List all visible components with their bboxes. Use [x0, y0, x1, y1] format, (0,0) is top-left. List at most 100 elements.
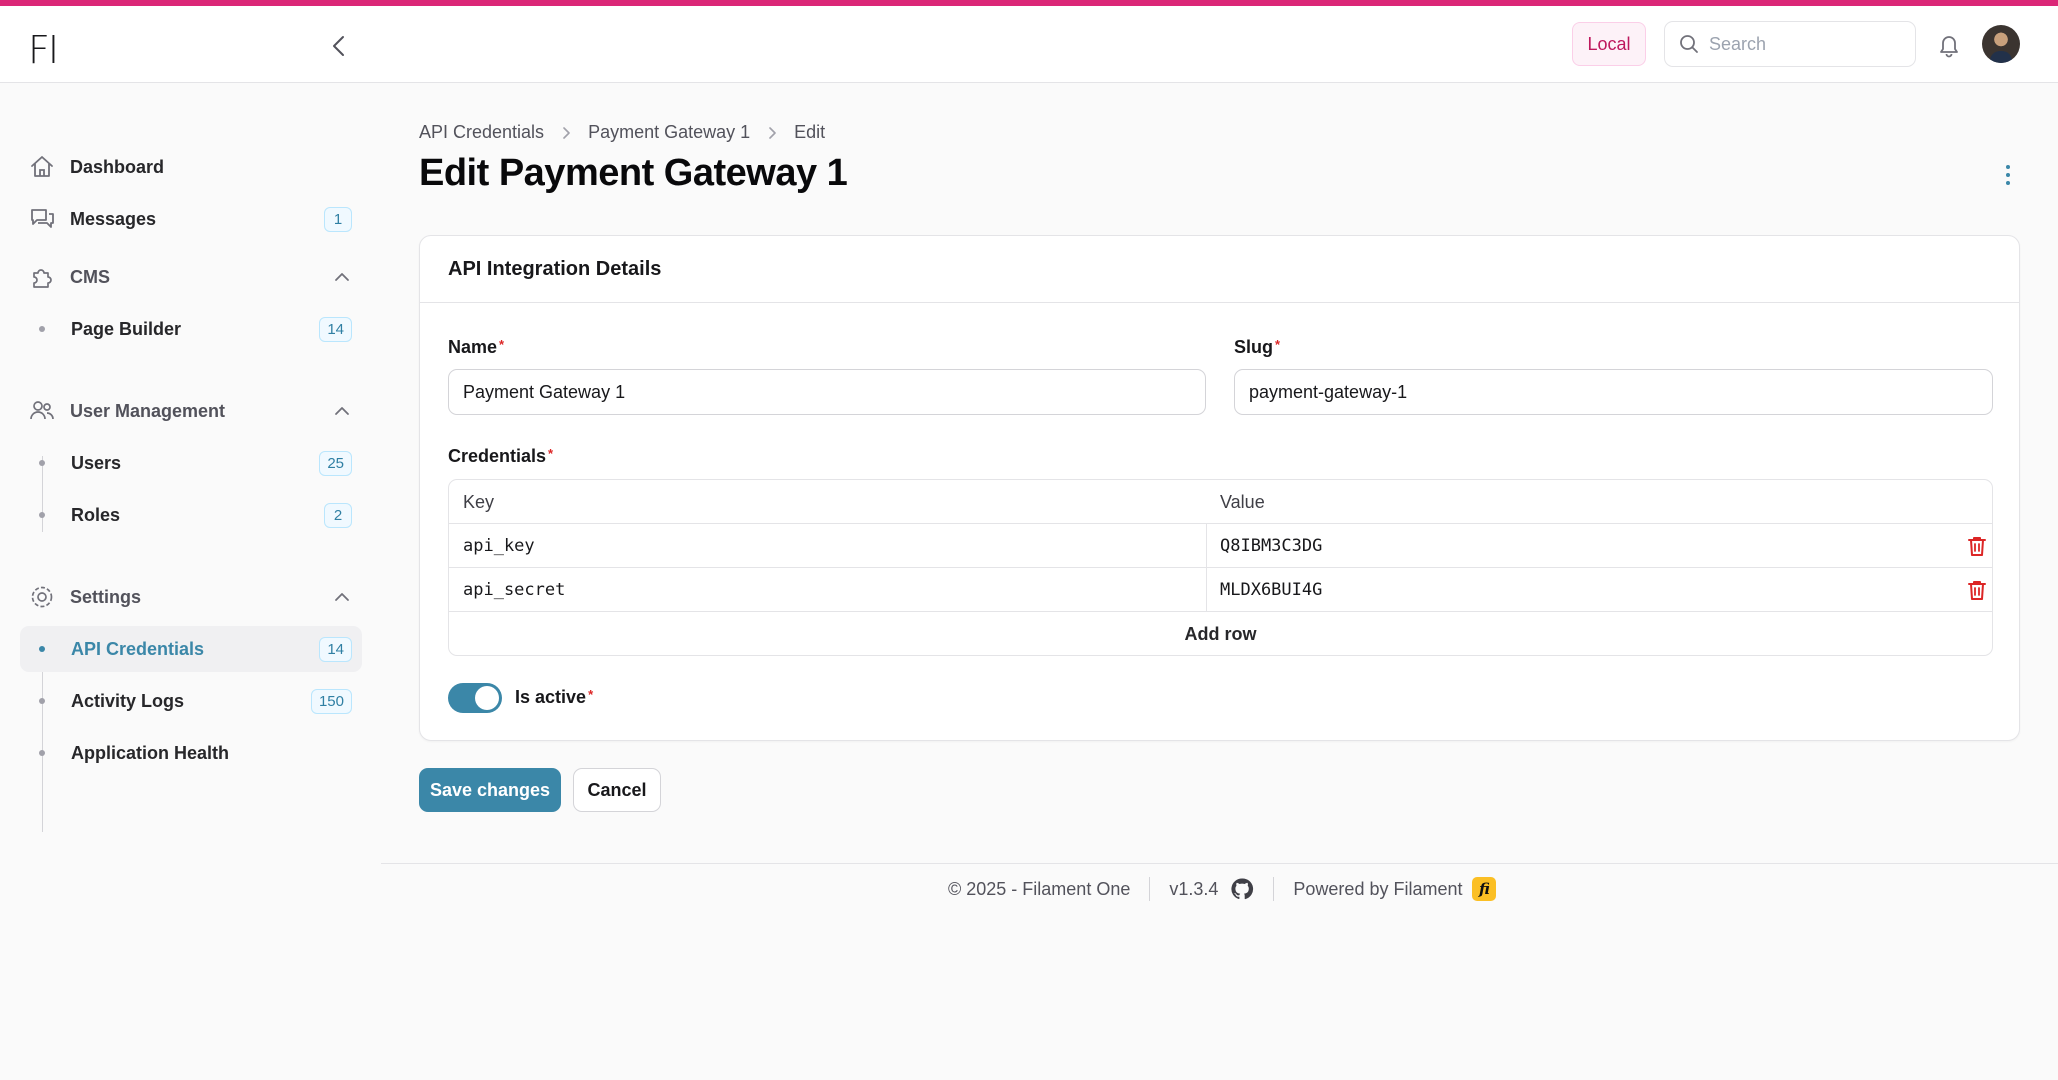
sidebar-group-settings[interactable]: Settings	[20, 577, 362, 617]
copyright-text: © 2025 - Filament One	[948, 878, 1131, 899]
search-icon	[1680, 35, 1698, 53]
required-mark: *	[588, 687, 594, 702]
sidebar-item-label: Application Health	[71, 742, 230, 763]
bullet	[39, 750, 45, 756]
sidebar-group-user-management[interactable]: User Management	[20, 391, 362, 431]
cancel-button[interactable]: Cancel	[573, 768, 661, 812]
notifications-button[interactable]	[1936, 32, 1962, 58]
api-integration-card: API Integration Details Name* Slug* Cred…	[419, 235, 2020, 741]
key-input[interactable]	[463, 524, 1193, 568]
chevron-right-icon	[563, 126, 570, 139]
credentials-label-text: Credentials	[448, 446, 547, 466]
top-bar: FI Local	[0, 6, 2058, 83]
app-logo[interactable]: FI	[28, 28, 59, 72]
chevron-up-icon	[335, 273, 349, 281]
key-input[interactable]	[463, 568, 1193, 612]
chevron-right-icon	[769, 126, 776, 139]
trash-icon[interactable]	[1966, 535, 1988, 557]
card-header: API Integration Details	[420, 236, 2019, 303]
slug-label: Slug *	[1234, 337, 1280, 358]
kebab-dot	[2006, 173, 2010, 177]
footer: © 2025 - Filament One v1.3.4 Powered by …	[948, 874, 1497, 904]
sidebar-item-roles[interactable]: Roles 2	[20, 492, 362, 538]
kebab-dot	[2006, 181, 2010, 185]
bullet	[39, 646, 45, 652]
trash-icon[interactable]	[1966, 579, 1988, 601]
sidebar-item-label: Activity Logs	[71, 690, 185, 711]
sidebar-item-label: Users	[71, 452, 122, 473]
save-changes-button[interactable]: Save changes	[419, 768, 561, 812]
count-badge: 2	[324, 503, 352, 528]
value-cell	[1220, 568, 1950, 612]
sidebar-item-messages[interactable]: Messages 1	[20, 196, 362, 242]
chevron-left-icon	[333, 36, 344, 56]
sidebar-item-activity-logs[interactable]: Activity Logs 150	[20, 678, 362, 724]
sidebar-item-page-builder[interactable]: Page Builder 14	[20, 306, 362, 352]
required-mark: *	[1275, 337, 1281, 352]
slug-label-text: Slug	[1234, 337, 1273, 357]
is-active-label: Is active *	[515, 687, 593, 708]
sidebar-item-label: Roles	[71, 504, 121, 525]
sidebar-item-users[interactable]: Users 25	[20, 440, 362, 486]
bullet	[39, 326, 45, 332]
breadcrumb-current: Edit	[794, 122, 826, 142]
sidebar-item-label: API Credentials	[71, 638, 205, 659]
add-row-button[interactable]: Add row	[449, 612, 1992, 655]
sidebar-item-application-health[interactable]: Application Health	[20, 730, 362, 776]
value-input[interactable]	[1220, 568, 1950, 612]
user-avatar[interactable]	[1982, 25, 2020, 63]
bell-icon	[1940, 36, 1958, 58]
slug-field[interactable]	[1234, 369, 1993, 415]
sidebar-item-label: Dashboard	[70, 156, 165, 177]
footer-divider	[381, 863, 2058, 864]
sidebar-item-label: Page Builder	[71, 318, 182, 339]
footer-separator	[1273, 877, 1275, 901]
credentials-label: Credentials *	[448, 446, 553, 467]
chevron-up-icon	[335, 407, 349, 415]
sidebar-group-label: CMS	[70, 266, 110, 287]
count-badge: 14	[319, 637, 352, 662]
filament-logo[interactable]: fi	[1472, 877, 1497, 901]
breadcrumb-link[interactable]: Payment Gateway 1	[588, 122, 750, 143]
name-field[interactable]	[448, 369, 1206, 415]
key-cell	[463, 524, 1193, 568]
count-badge: 25	[319, 451, 352, 476]
is-active-toggle[interactable]	[448, 683, 502, 713]
powered-by-text: Powered by Filament	[1293, 878, 1463, 899]
sidebar-item-label: Messages	[70, 208, 157, 229]
is-active-label-text: Is active	[515, 687, 587, 707]
search-input[interactable]	[1709, 33, 1899, 55]
name-label: Name *	[448, 337, 504, 358]
puzzle-icon	[28, 263, 56, 291]
name-label-text: Name	[448, 337, 498, 357]
required-mark: *	[548, 446, 554, 461]
footer-separator	[1149, 877, 1151, 901]
sidebar-group-label: User Management	[70, 400, 226, 421]
count-badge: 150	[310, 689, 352, 714]
key-cell	[463, 568, 1193, 612]
breadcrumb-link[interactable]: API Credentials	[419, 122, 544, 143]
page-title: Edit Payment Gateway 1	[419, 152, 848, 194]
table-row	[449, 568, 1992, 612]
bullet	[39, 698, 45, 704]
sidebar-item-api-credentials[interactable]: API Credentials 14	[20, 626, 362, 672]
global-search[interactable]	[1664, 21, 1916, 67]
more-actions-button[interactable]	[2000, 160, 2016, 190]
count-badge: 1	[324, 207, 352, 232]
sidebar: Dashboard Messages 1 CMS Page Builder 14…	[0, 84, 380, 1080]
key-column-header: Key	[463, 492, 495, 512]
value-input[interactable]	[1220, 524, 1950, 568]
chevron-up-icon	[335, 593, 349, 601]
sidebar-group-cms[interactable]: CMS	[20, 257, 362, 297]
value-cell	[1220, 524, 1950, 568]
version-text: v1.3.4	[1169, 878, 1219, 899]
users-icon	[28, 397, 56, 425]
credentials-key-value-editor: Key Value Add row	[448, 479, 1993, 656]
sidebar-item-dashboard[interactable]: Dashboard	[20, 144, 362, 190]
home-icon	[28, 153, 56, 181]
github-icon[interactable]	[1230, 877, 1254, 901]
value-column-header: Value	[1220, 492, 1265, 512]
collapse-sidebar-button[interactable]	[326, 30, 350, 62]
key-value-header: Key Value	[449, 480, 1992, 524]
bullet	[39, 512, 45, 518]
